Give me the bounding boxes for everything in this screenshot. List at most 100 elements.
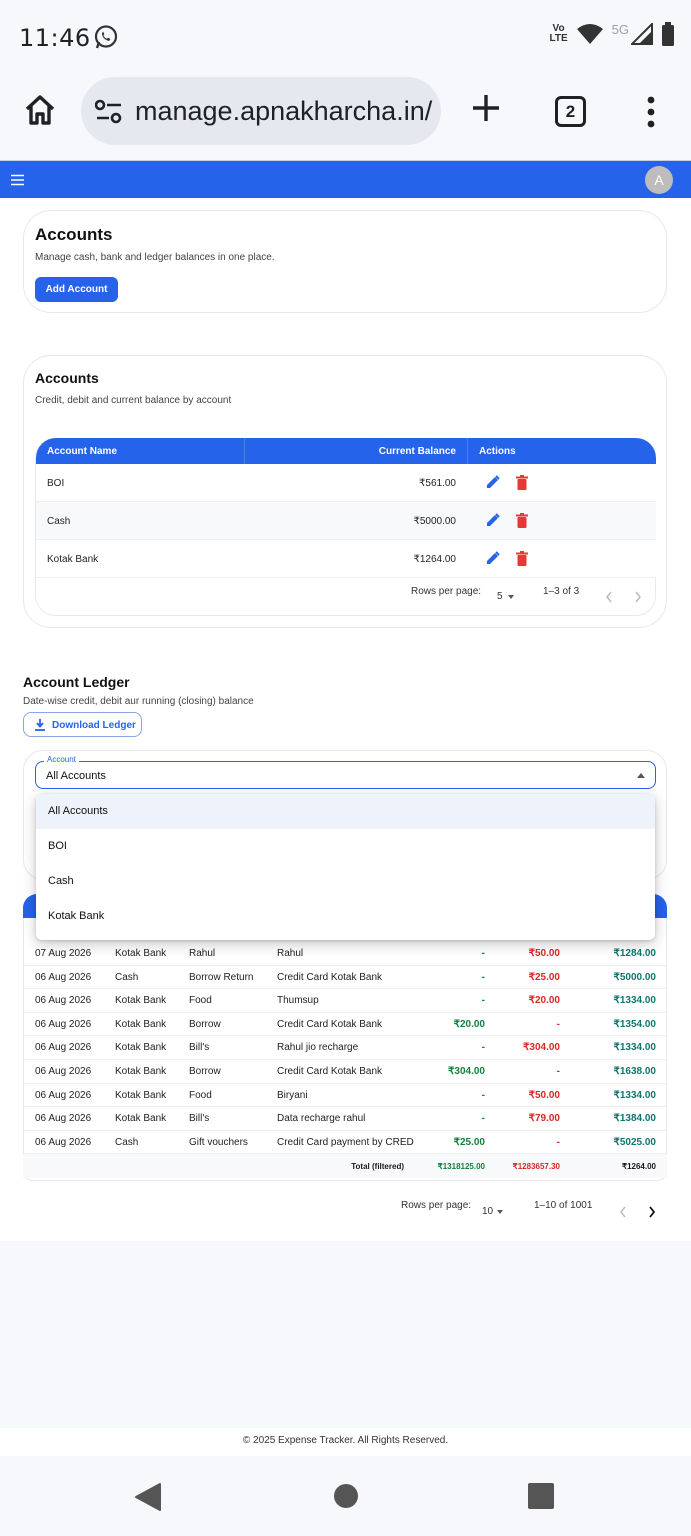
- ledger-credit: -: [481, 995, 485, 1007]
- avatar[interactable]: A: [645, 166, 673, 194]
- edit-icon[interactable]: [486, 513, 500, 530]
- dropdown-option[interactable]: Cash: [36, 864, 655, 899]
- ledger-debit: ₹25.00: [528, 971, 560, 983]
- more-menu-icon[interactable]: [646, 96, 656, 133]
- ledger-note: Credit Card Kotak Bank: [277, 1018, 383, 1030]
- edit-icon[interactable]: [486, 551, 500, 568]
- page-content: Accounts Manage cash, bank and ledger ba…: [0, 198, 691, 1241]
- ledger-balance: ₹5000.00: [613, 971, 656, 983]
- dropdown-option[interactable]: BOI: [36, 829, 655, 864]
- table-row: Cash ₹5000.00: [36, 502, 656, 540]
- delete-icon[interactable]: [516, 513, 528, 531]
- signal-icon: [631, 23, 653, 45]
- page-title: Accounts: [35, 225, 113, 244]
- download-ledger-label: Download Ledger: [52, 720, 136, 731]
- ledger-date: 06 Aug 2026: [35, 1136, 92, 1148]
- ledger-title: Account Ledger: [23, 674, 130, 690]
- ledger-credit: -: [481, 1042, 485, 1054]
- caret-up-icon: [637, 773, 645, 778]
- ledger-debit: ₹20.00: [528, 995, 560, 1007]
- ledger-debit: -: [556, 1018, 560, 1030]
- system-nav-bar: [0, 1456, 691, 1536]
- ledger-balance: ₹1638.00: [613, 1065, 656, 1077]
- prev-page-icon[interactable]: [605, 590, 613, 608]
- dropdown-option[interactable]: All Accounts: [36, 794, 655, 829]
- account-select-value: All Accounts: [46, 770, 106, 782]
- ledger-credit: -: [481, 1113, 485, 1125]
- pagination-range: 1–10 of 1001: [534, 1200, 593, 1211]
- site-settings-icon[interactable]: [94, 99, 123, 130]
- ledger-account: Kotak Bank: [115, 1089, 167, 1101]
- ledger-account: Kotak Bank: [115, 1042, 167, 1054]
- ledger-note: Credit Card Kotak Bank: [277, 971, 383, 983]
- add-account-button[interactable]: Add Account: [35, 277, 118, 302]
- network-type: 5G: [611, 21, 629, 37]
- ledger-balance: ₹1354.00: [613, 1018, 656, 1030]
- ledger-balance: ₹1334.00: [613, 1089, 656, 1101]
- ledger-credit: -: [481, 948, 485, 959]
- back-icon[interactable]: [134, 1482, 162, 1517]
- pagination-range: 1–3 of 3: [543, 586, 580, 597]
- account-select[interactable]: Account All Accounts: [35, 755, 656, 789]
- browser-toolbar: manage.apnakharcha.in/ 2: [0, 72, 691, 158]
- download-icon: [35, 719, 45, 734]
- ledger-debit: -: [556, 1136, 560, 1148]
- accounts-table-subtitle: Credit, debit and current balance by acc…: [35, 395, 232, 406]
- ledger-date: 06 Aug 2026: [35, 1089, 92, 1101]
- ledger-debit: ₹79.00: [528, 1113, 560, 1125]
- tab-switcher-button[interactable]: 2: [555, 96, 586, 127]
- address-bar[interactable]: manage.apnakharcha.in/: [81, 77, 441, 145]
- new-tab-icon[interactable]: [470, 92, 502, 129]
- edit-icon[interactable]: [486, 475, 500, 492]
- rows-per-page-label: Rows per page:: [411, 586, 482, 597]
- accounts-table-header: Account Name Current Balance Actions: [36, 438, 656, 464]
- table-row: 06 Aug 2026 Kotak Bank Food Biryani - ₹5…: [23, 1084, 667, 1108]
- ledger-category: Food: [189, 995, 212, 1007]
- table-row: 06 Aug 2026 Cash Borrow Return Credit Ca…: [23, 966, 667, 990]
- ledger-note: Credit Card payment by CRED: [277, 1136, 414, 1148]
- ledger-debit: ₹50.00: [528, 1089, 560, 1101]
- account-select-label: Account: [44, 755, 79, 764]
- total-balance: ₹1264.00: [621, 1162, 656, 1172]
- chevron-down-icon[interactable]: [508, 595, 514, 599]
- delete-icon[interactable]: [516, 551, 528, 569]
- table-row: 06 Aug 2026 Kotak Bank Borrow Credit Car…: [23, 1060, 667, 1084]
- account-balance: ₹1264.00: [413, 554, 456, 565]
- home-icon[interactable]: [22, 92, 58, 133]
- ledger-debit: ₹304.00: [523, 1042, 560, 1054]
- ledger-date: 06 Aug 2026: [35, 971, 92, 983]
- ledger-account: Kotak Bank: [115, 1113, 167, 1125]
- rows-per-page-select[interactable]: 5: [497, 591, 503, 602]
- ledger-credit: ₹304.00: [448, 1065, 485, 1077]
- total-credit: ₹1318125.00: [437, 1162, 485, 1172]
- hamburger-menu-icon[interactable]: [11, 173, 24, 191]
- recents-icon[interactable]: [528, 1483, 554, 1514]
- ledger-date: 06 Aug 2026: [35, 1065, 92, 1077]
- next-page-icon[interactable]: [648, 1205, 656, 1223]
- ledger-category: Borrow: [189, 1065, 221, 1077]
- column-header[interactable]: Account Name: [47, 446, 117, 457]
- table-row: 06 Aug 2026 Kotak Bank Food Thumsup - ₹2…: [23, 989, 667, 1013]
- next-page-icon[interactable]: [634, 590, 642, 608]
- ledger-category: Rahul: [189, 948, 216, 959]
- wifi-icon: [576, 24, 603, 44]
- column-divider: [244, 438, 245, 464]
- ledger-table: 07 Aug 2026 Kotak Bank Rahul Rahul - ₹50…: [23, 942, 667, 1179]
- status-icons: Vo LTE 5G: [550, 22, 676, 46]
- ledger-balance: ₹5025.00: [613, 1136, 656, 1148]
- column-header[interactable]: Current Balance: [379, 446, 456, 457]
- prev-page-icon[interactable]: [619, 1205, 627, 1223]
- home-nav-icon[interactable]: [333, 1483, 359, 1514]
- ledger-account: Kotak Bank: [115, 948, 167, 959]
- download-ledger-button[interactable]: Download Ledger: [23, 712, 142, 737]
- dropdown-option[interactable]: Kotak Bank: [36, 899, 655, 934]
- ledger-subtitle: Date-wise credit, debit aur running (clo…: [23, 696, 254, 707]
- ledger-account: Kotak Bank: [115, 995, 167, 1007]
- delete-icon[interactable]: [516, 475, 528, 493]
- accounts-table-body: BOI ₹561.00 Cash ₹5000.00 Kotak Bank ₹12…: [36, 464, 656, 578]
- ledger-credit: -: [481, 1089, 485, 1101]
- accounts-table: Account Name Current Balance Actions BOI…: [36, 438, 656, 578]
- clock: 11:46: [19, 24, 91, 52]
- rows-per-page-select[interactable]: 10: [482, 1206, 493, 1217]
- chevron-down-icon[interactable]: [497, 1210, 503, 1214]
